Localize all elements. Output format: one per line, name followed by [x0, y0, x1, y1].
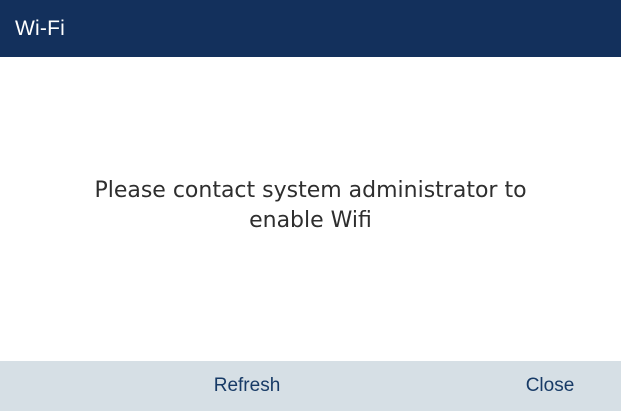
- page-title: Wi-Fi: [15, 16, 65, 40]
- info-message: Please contact system administrator to e…: [0, 176, 621, 236]
- softkey-bar: Refresh Close: [0, 361, 621, 411]
- title-bar: Wi-Fi: [0, 0, 621, 57]
- message-line-1: Please contact system administrator to: [94, 178, 527, 203]
- refresh-button[interactable]: Refresh: [168, 361, 326, 411]
- wifi-screen: Wi-Fi Please contact system administrato…: [0, 0, 621, 411]
- close-button[interactable]: Close: [480, 361, 620, 411]
- message-line-2: enable Wifi: [249, 208, 372, 233]
